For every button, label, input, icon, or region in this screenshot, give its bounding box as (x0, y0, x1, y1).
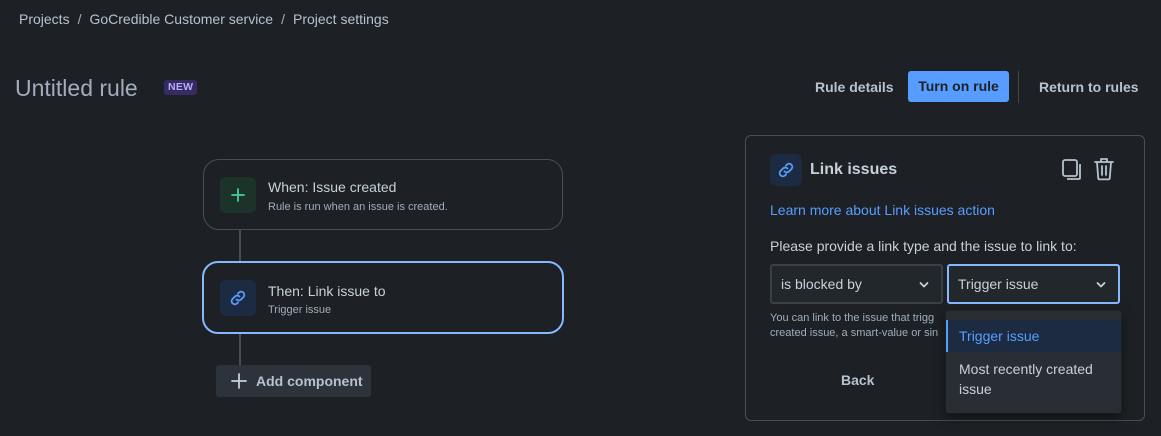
link-type-value: is blocked by (781, 276, 862, 292)
add-component-label: Add component (256, 373, 363, 389)
issue-select-value: Trigger issue (958, 276, 1039, 292)
flow-connector (239, 334, 241, 365)
chevron-down-icon (1096, 282, 1106, 288)
breadcrumb-projects[interactable]: Projects (19, 11, 70, 27)
breadcrumb-separator: / (77, 11, 82, 27)
instruction-text: Please provide a link type and the issue… (770, 238, 1077, 254)
action-subtitle: Trigger issue (268, 304, 332, 316)
link-icon (770, 154, 802, 186)
menu-option-most-recent[interactable]: Most recently created issue (946, 352, 1121, 399)
action-node[interactable]: Then: Link issue to Trigger issue (202, 261, 564, 334)
breadcrumb: Projects / GoCredible Customer service /… (19, 11, 389, 27)
helper-line: You can link to the issue that trigg (770, 312, 935, 324)
issue-select[interactable]: Trigger issue (947, 264, 1120, 304)
new-badge: NEW (164, 80, 198, 95)
trigger-title: When: Issue created (268, 179, 397, 195)
turn-on-rule-button[interactable]: Turn on rule (908, 71, 1009, 102)
menu-option-trigger-issue[interactable]: Trigger issue (946, 320, 1121, 352)
flow-connector (239, 230, 241, 261)
trigger-subtitle: Rule is run when an issue is created. (268, 201, 448, 213)
header-divider (1018, 71, 1019, 103)
chevron-down-icon (919, 282, 929, 288)
plus-icon (231, 373, 247, 389)
helper-text: You can link to the issue that trigg cre… (770, 311, 948, 343)
breadcrumb-project[interactable]: GoCredible Customer service (89, 11, 273, 27)
return-to-rules-button[interactable]: Return to rules (1030, 71, 1148, 103)
helper-line: created issue, a smart-value or sin (770, 327, 939, 339)
issue-select-menu: Trigger issue Most recently created issu… (946, 311, 1121, 413)
back-button[interactable]: Back (841, 372, 874, 388)
copy-icon[interactable] (1060, 158, 1084, 187)
trash-icon[interactable] (1092, 156, 1116, 187)
rule-details-button[interactable]: Rule details (806, 71, 903, 103)
add-component-button[interactable]: Add component (216, 365, 371, 397)
breadcrumb-separator: / (281, 11, 285, 27)
plus-icon (220, 177, 256, 213)
action-title: Then: Link issue to (268, 283, 386, 299)
trigger-node[interactable]: When: Issue created Rule is run when an … (203, 159, 563, 230)
panel-title: Link issues (810, 161, 898, 178)
link-icon (220, 280, 256, 316)
learn-more-link[interactable]: Learn more about Link issues action (770, 202, 995, 218)
page-title[interactable]: Untitled rule (15, 75, 138, 102)
link-type-select[interactable]: is blocked by (770, 264, 943, 304)
breadcrumb-settings[interactable]: Project settings (293, 11, 389, 27)
